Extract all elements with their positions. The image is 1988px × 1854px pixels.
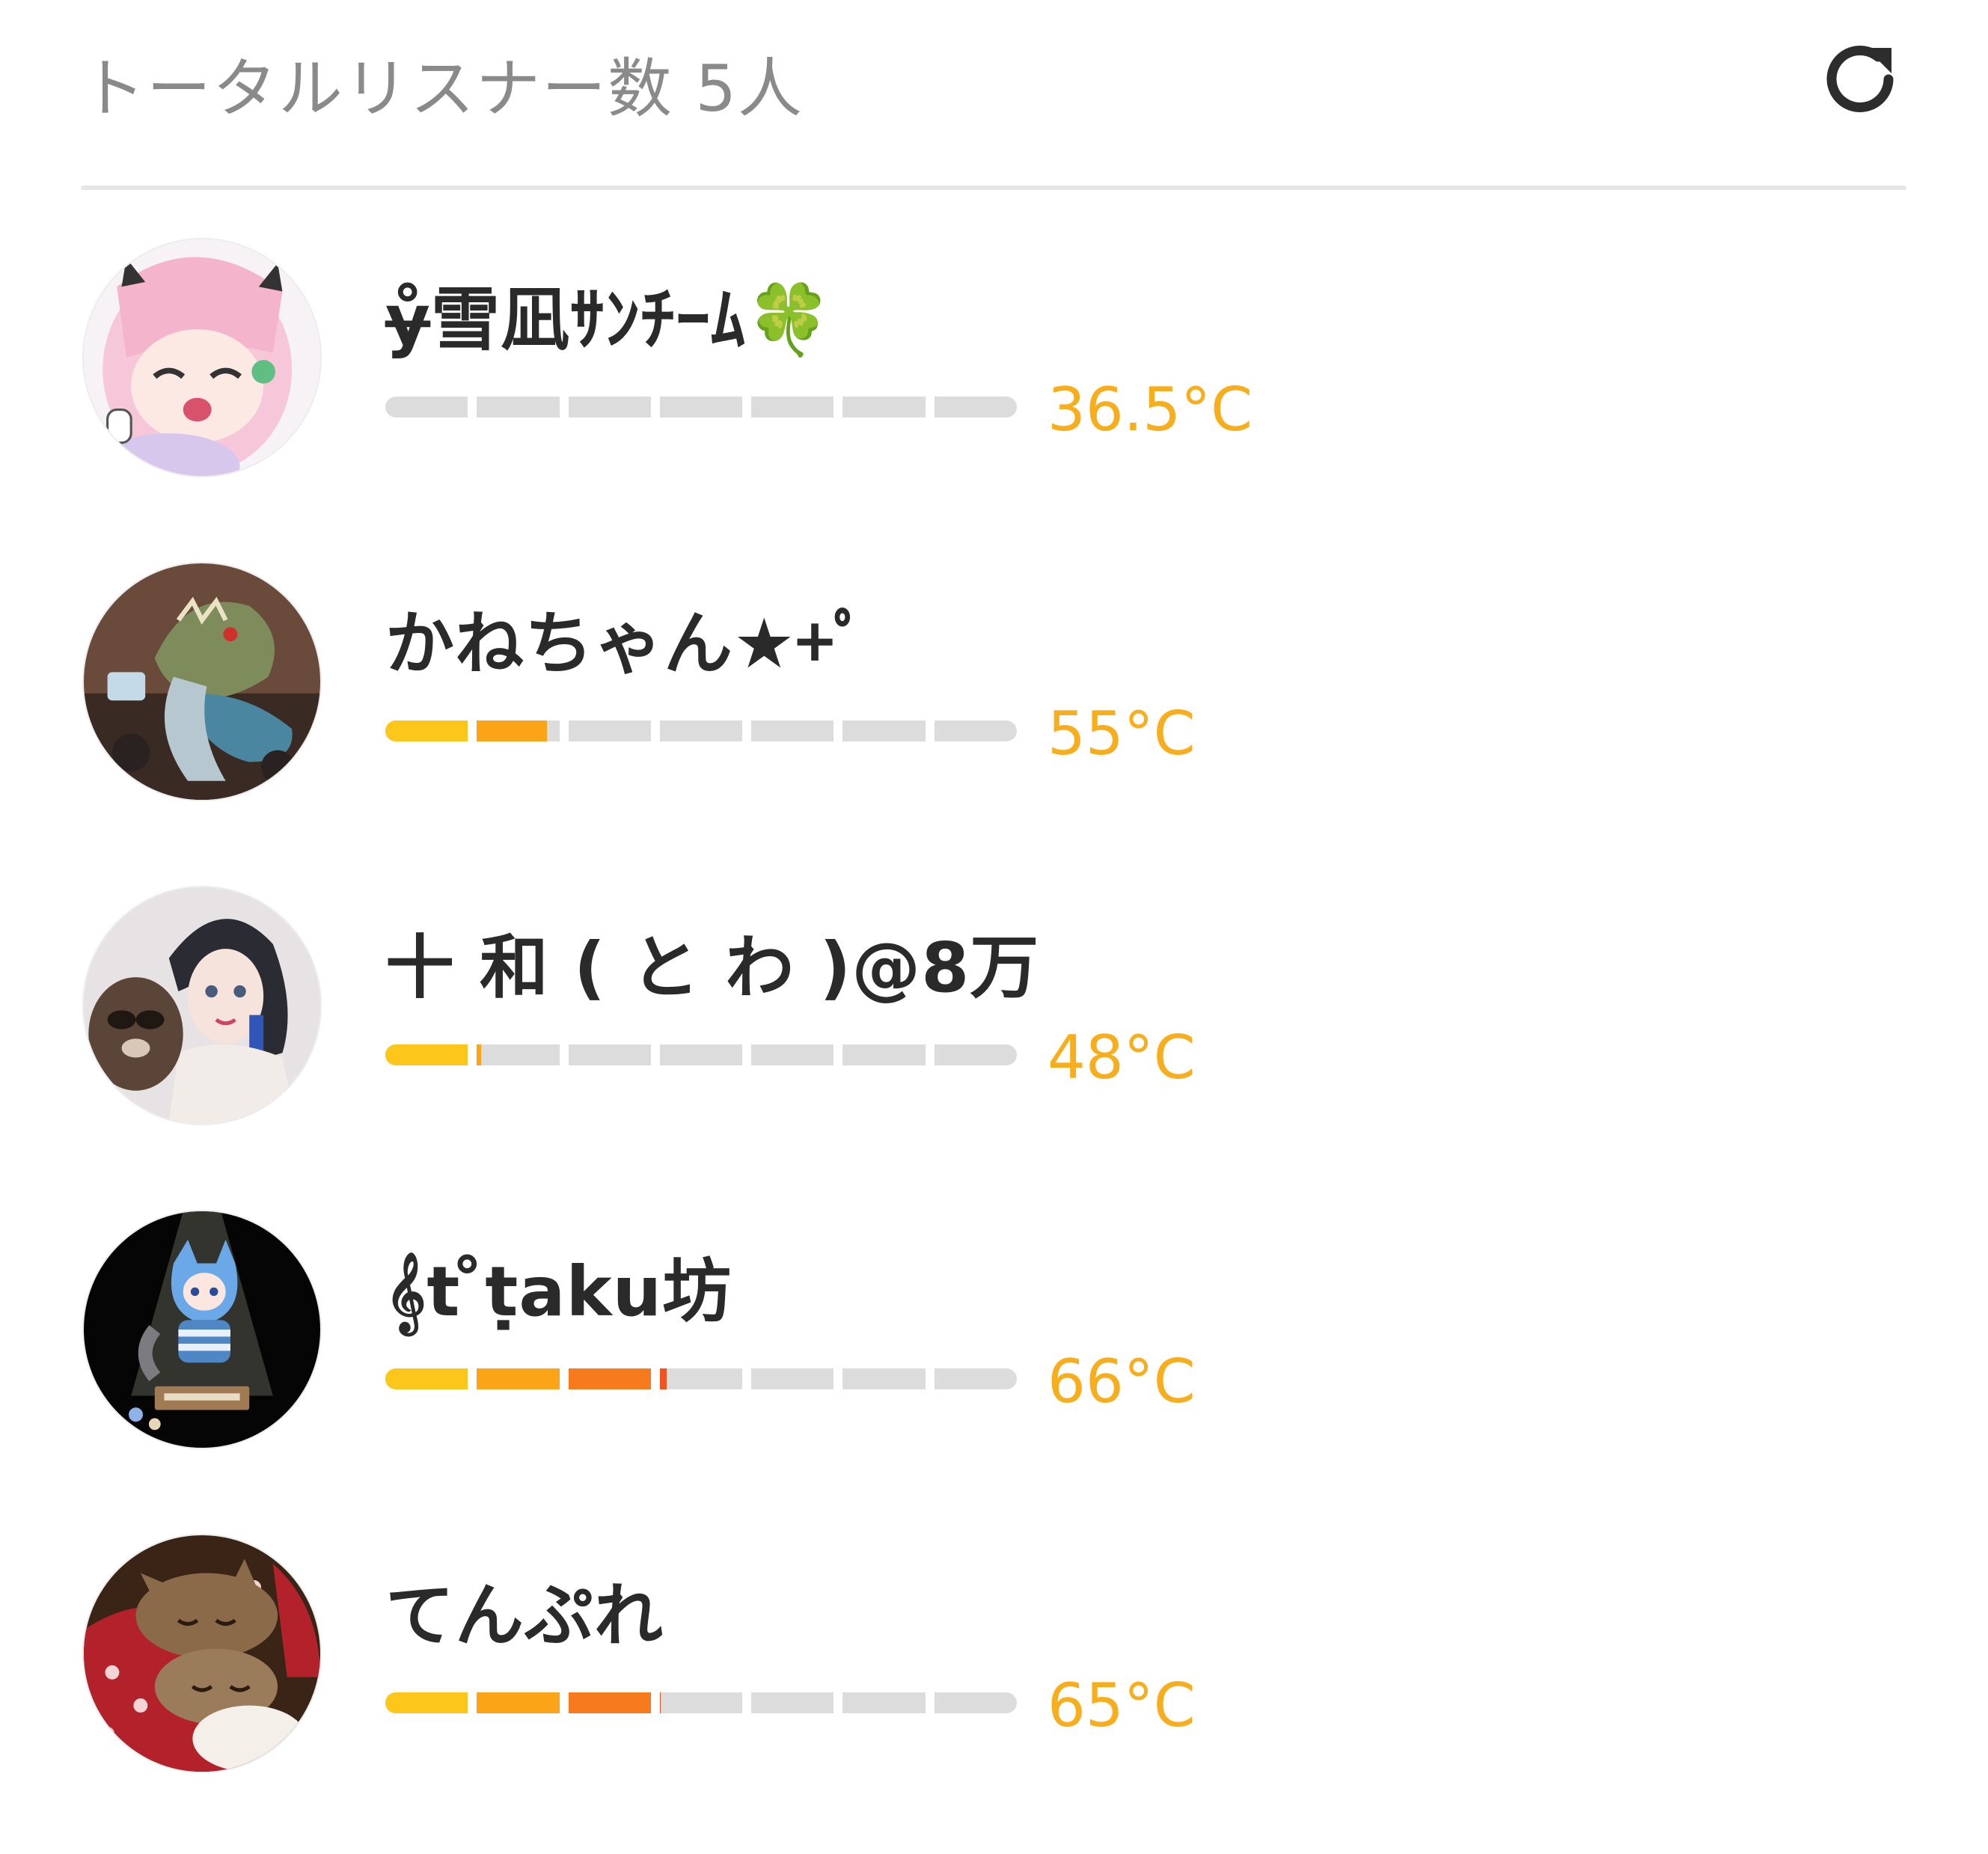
temperature-segment [477, 721, 560, 741]
temperature-segment [659, 1368, 743, 1389]
temperature-bar [385, 721, 1017, 741]
temperature-segment [385, 1368, 468, 1389]
total-listeners-title: トータルリスナー数 5人 [81, 51, 804, 126]
temperature-bar [385, 1044, 1017, 1065]
temperature-value: 36.5°C [1047, 375, 1253, 444]
listener-name[interactable]: 十 和 ( と わ )@8万 [385, 923, 1039, 1013]
temperature-segment [934, 1692, 1017, 1713]
listener-row[interactable]: 十 和 ( と わ )@8万 48°C [0, 886, 1988, 1210]
temperature-segment [934, 1368, 1017, 1389]
temperature-segment-fill [477, 1044, 481, 1065]
listener-panel: トータルリスナー数 5人 ɏ̊雪凪ｻﾝﾁｰﾑ🍀 36.5°C かねちゃん★+ﾟ … [0, 0, 1988, 1854]
temperature-segment [751, 721, 834, 741]
temperature-segment-fill [477, 1368, 560, 1389]
listener-row[interactable]: ɏ̊雪凪ｻﾝﾁｰﾑ🍀 36.5°C [0, 238, 1988, 562]
temperature-segment [477, 1368, 560, 1389]
temperature-segment [568, 1692, 651, 1713]
temperature-segment [842, 397, 926, 417]
listener-row[interactable]: てんぷれ 65°C [0, 1534, 1988, 1854]
temperature-segment [385, 1692, 468, 1713]
temperature-bar [385, 397, 1017, 417]
avatar-image [84, 563, 320, 800]
temperature-segment [568, 397, 651, 417]
temperature-segment [659, 1692, 743, 1713]
temperature-value: 55°C [1047, 699, 1196, 768]
refresh-icon [1826, 45, 1894, 112]
temperature-segment [751, 1692, 834, 1713]
listener-name[interactable]: かねちゃん★+ﾟ [385, 599, 869, 689]
header: トータルリスナー数 5人 [81, 22, 1906, 142]
temperature-segment [659, 1044, 743, 1065]
temperature-bar [385, 1368, 1017, 1389]
temperature-segment [751, 1044, 834, 1065]
temperature-bar [385, 1692, 1017, 1713]
listener-name[interactable]: てんぷれ [385, 1571, 664, 1661]
avatar[interactable] [82, 1534, 322, 1773]
temperature-segment [934, 1044, 1017, 1065]
temperature-segment [842, 1044, 926, 1065]
avatar-image [84, 887, 320, 1124]
temperature-segment [477, 397, 560, 417]
temperature-segment-fill [568, 1368, 651, 1389]
temperature-segment [659, 397, 743, 417]
temperature-segment [751, 397, 834, 417]
avatar-image [84, 1535, 320, 1772]
avatar[interactable] [82, 886, 322, 1125]
temperature-segment-fill [477, 721, 547, 741]
temperature-segment-fill [659, 1368, 667, 1389]
avatar[interactable] [82, 1210, 322, 1449]
temperature-value: 65°C [1047, 1671, 1196, 1740]
avatar-image [84, 1211, 320, 1448]
temperature-segment [751, 1368, 834, 1389]
temperature-segment-fill [659, 1692, 661, 1713]
temperature-segment [568, 1044, 651, 1065]
avatar-image [84, 239, 320, 476]
temperature-segment-fill [477, 1692, 560, 1713]
avatar[interactable] [82, 562, 322, 801]
listener-row[interactable]: かねちゃん★+ﾟ 55°C [0, 562, 1988, 886]
temperature-segment [568, 1368, 651, 1389]
temperature-segment-fill [385, 1368, 468, 1389]
temperature-segment [568, 721, 651, 741]
listener-name[interactable]: 𝄞t ̊ṭaku坊 [385, 1247, 732, 1337]
temperature-segment-fill [385, 1044, 468, 1065]
temperature-segment [477, 1692, 560, 1713]
listener-row[interactable]: 𝄞t ̊ṭaku坊 66°C [0, 1210, 1988, 1534]
temperature-segment [659, 721, 743, 741]
temperature-segment [842, 721, 926, 741]
header-divider [81, 186, 1906, 190]
temperature-segment [477, 1044, 560, 1065]
temperature-value: 48°C [1047, 1023, 1196, 1092]
avatar[interactable] [82, 238, 322, 477]
temperature-segment [385, 1044, 468, 1065]
temperature-segment [385, 397, 468, 417]
temperature-segment [385, 721, 468, 741]
temperature-segment-fill [385, 1692, 468, 1713]
listener-name[interactable]: ɏ̊雪凪ｻﾝﾁｰﾑ🍀 [385, 275, 833, 365]
temperature-segment-fill [568, 1692, 651, 1713]
temperature-segment-fill [385, 721, 468, 741]
temperature-segment [934, 721, 1017, 741]
temperature-value: 66°C [1047, 1347, 1196, 1416]
temperature-segment [934, 397, 1017, 417]
listener-list: ɏ̊雪凪ｻﾝﾁｰﾑ🍀 36.5°C かねちゃん★+ﾟ 55°C 十 和 (と … [0, 238, 1988, 1854]
temperature-segment [842, 1368, 926, 1389]
refresh-button[interactable] [1809, 30, 1914, 135]
temperature-segment [842, 1692, 926, 1713]
